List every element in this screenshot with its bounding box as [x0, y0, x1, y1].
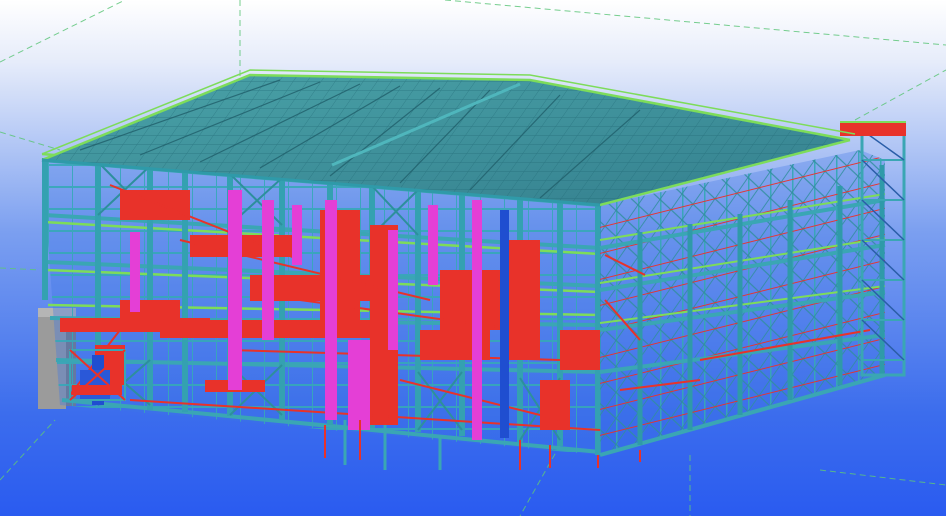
structural-model-scene: [0, 0, 946, 516]
model-viewport[interactable]: [0, 0, 946, 516]
